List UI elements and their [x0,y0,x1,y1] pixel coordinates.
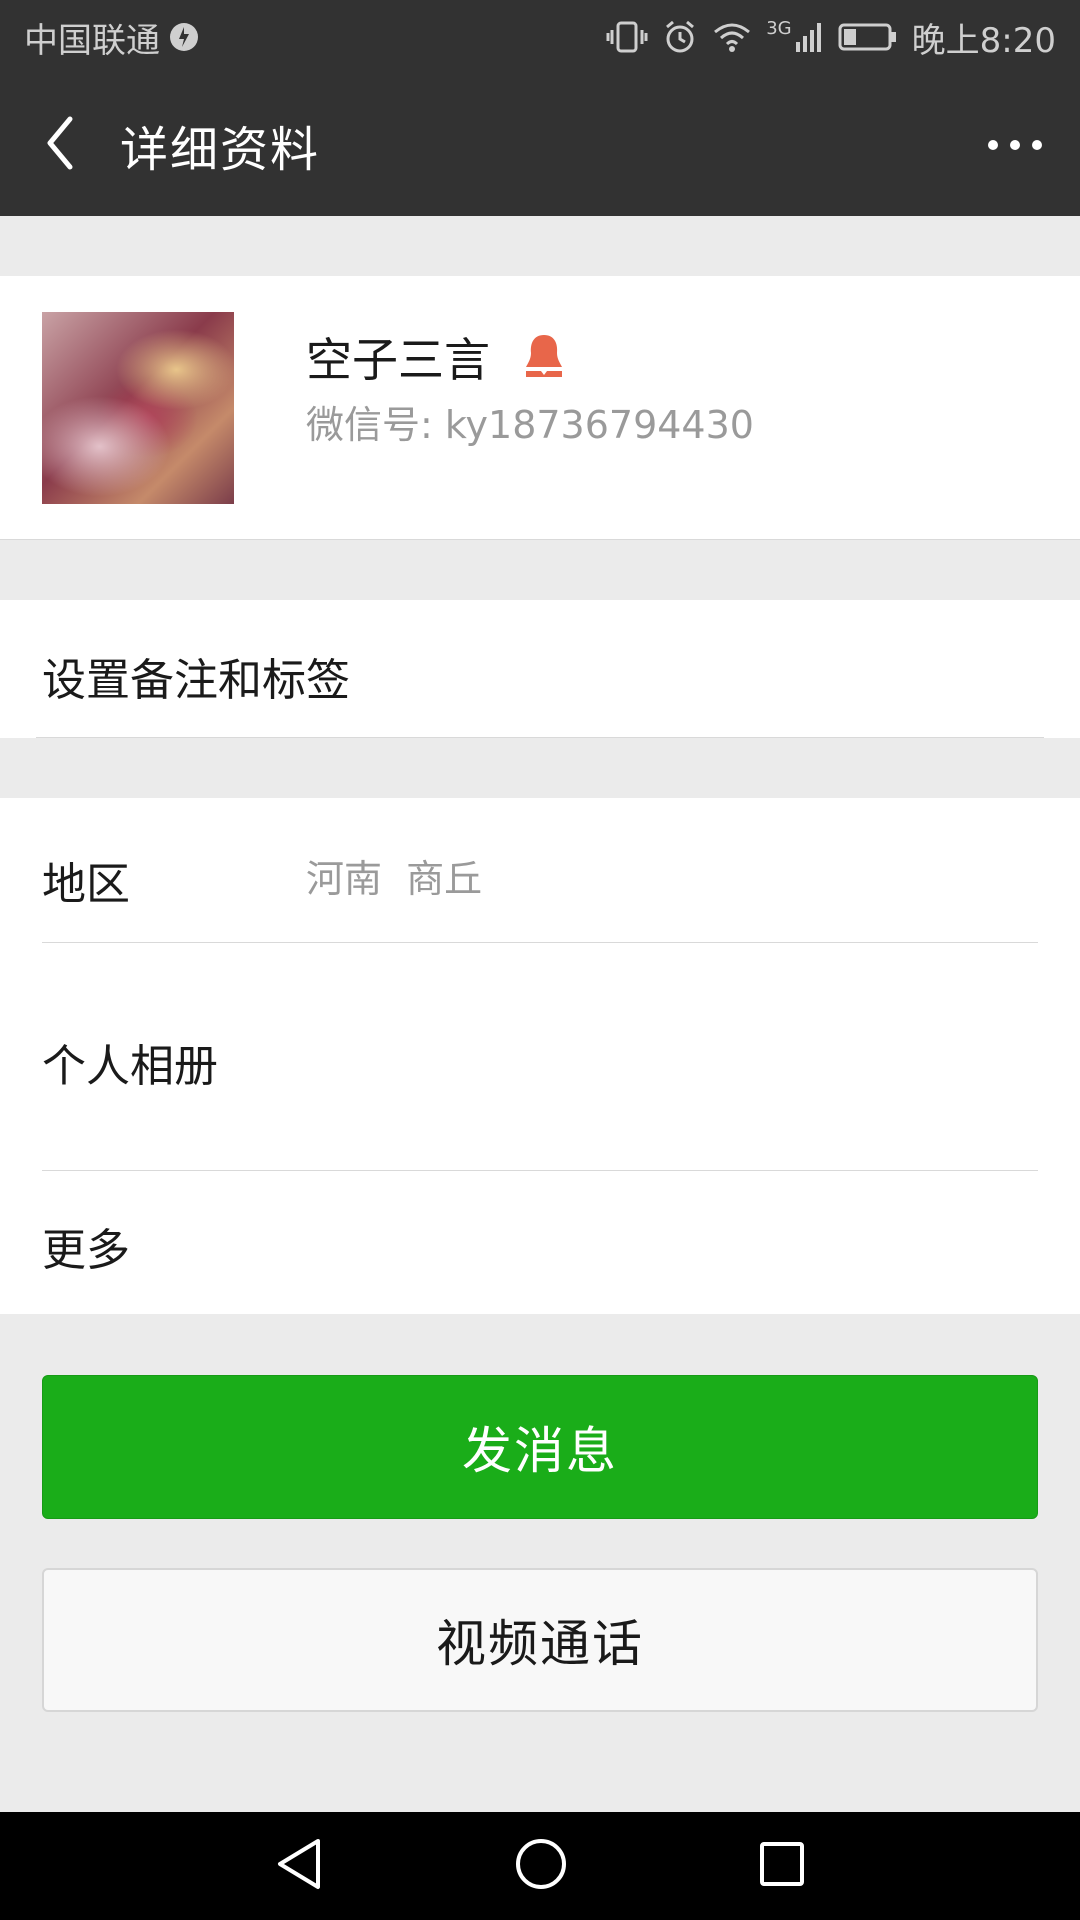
status-icons: 3G 晚上8:20 [606,13,1056,62]
nav-back-icon[interactable] [274,1837,324,1895]
title-bar: 详细资料 [0,74,1080,216]
chevron-left-icon [42,113,78,177]
alarm-icon [662,19,698,55]
contact-name: 空子三言 [306,333,490,387]
vibrate-icon [606,20,648,54]
more-dot-icon [1010,140,1020,150]
profile-card: 空子三言 微信号: ky18736794430 [0,276,1080,540]
set-remark-label: 设置备注和标签 [42,655,350,706]
more-row[interactable]: 更多 [0,1170,1080,1314]
network-type-label: 3G [766,18,792,39]
carrier-label: 中国联通 [24,20,160,61]
nav-home-icon[interactable] [514,1837,568,1895]
divider [36,737,1044,738]
personal-album-row[interactable]: 个人相册 [0,942,1080,1170]
region-value: 河南 商丘 [306,857,483,901]
region-label: 地区 [42,859,130,910]
nav-recents-icon[interactable] [758,1840,806,1892]
more-dot-icon [988,140,998,150]
more-dot-icon [1032,140,1042,150]
back-button[interactable] [0,74,120,216]
more-label: 更多 [42,1225,130,1276]
page-title: 详细资料 [120,122,321,178]
send-message-button[interactable]: 发消息 [42,1375,1038,1519]
name-row: 空子三言 [306,324,568,390]
clock-label: 晚上8:20 [911,20,1056,61]
status-bar: 中国联通 3G 晚上8:20 [0,0,1080,74]
personal-album-label: 个人相册 [42,1041,218,1092]
more-menu-button[interactable] [950,74,1080,216]
data-saver-icon [168,21,200,53]
avatar[interactable] [42,312,234,504]
wechat-id: 微信号: ky18736794430 [306,403,754,447]
region-row: 地区 河南 商丘 [0,798,1080,942]
wifi-icon [712,20,752,54]
battery-icon [838,22,898,52]
info-section: 地区 河南 商丘 个人相册 更多 [0,798,1080,1314]
cellular-signal-icon: 3G [766,20,823,54]
carrier-group: 中国联通 [24,13,200,62]
system-navigation-bar [0,1812,1080,1920]
set-remark-row[interactable]: 设置备注和标签 [0,600,1080,738]
video-call-button[interactable]: 视频通话 [42,1568,1038,1712]
female-gender-icon [520,331,568,383]
